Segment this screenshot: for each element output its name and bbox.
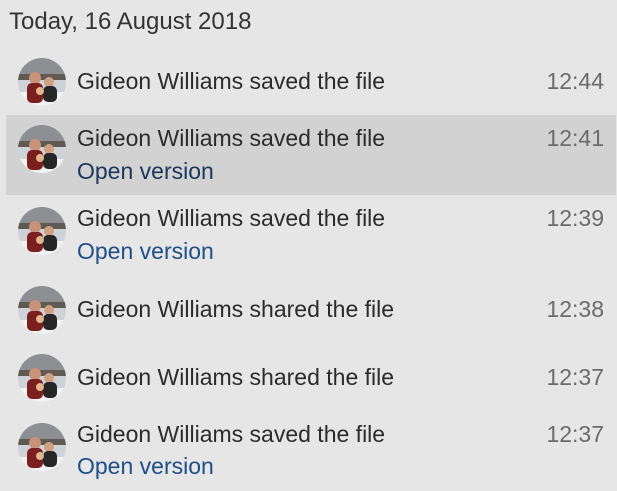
avatar [18,286,66,334]
activity-item[interactable]: Gideon Williams saved the file 12:37 Ope… [6,413,616,489]
activity-time: 12:37 [546,421,604,447]
activity-message: Gideon Williams shared the file [77,364,395,390]
activity-time: 12:41 [546,125,604,151]
activity-message: Gideon Williams saved the file [77,125,386,151]
avatar [18,354,66,402]
activity-message: Gideon Williams saved the file [77,205,386,231]
open-version-link[interactable]: Open version [77,158,214,185]
activity-time: 12:44 [546,68,604,94]
date-header: Today, 16 August 2018 [9,8,252,35]
activity-item[interactable]: Gideon Williams shared the file 12:38 [6,284,616,338]
activity-time: 12:37 [546,364,604,390]
activity-item-selected[interactable]: Gideon Williams saved the file 12:41 Ope… [6,115,616,195]
open-version-link[interactable]: Open version [77,238,214,265]
activity-item[interactable]: Gideon Williams shared the file 12:37 [6,352,616,406]
activity-message: Gideon Williams saved the file [77,68,386,94]
avatar [18,58,66,106]
activity-message: Gideon Williams saved the file [77,421,386,447]
activity-time: 12:39 [546,205,604,231]
avatar [18,423,66,471]
avatar [18,125,66,173]
avatar [18,207,66,255]
open-version-link[interactable]: Open version [77,453,214,480]
activity-time: 12:38 [546,296,604,322]
activity-item[interactable]: Gideon Williams saved the file 12:39 Ope… [6,197,616,273]
activity-message: Gideon Williams shared the file [77,296,395,322]
activity-item[interactable]: Gideon Williams saved the file 12:44 [6,56,616,108]
